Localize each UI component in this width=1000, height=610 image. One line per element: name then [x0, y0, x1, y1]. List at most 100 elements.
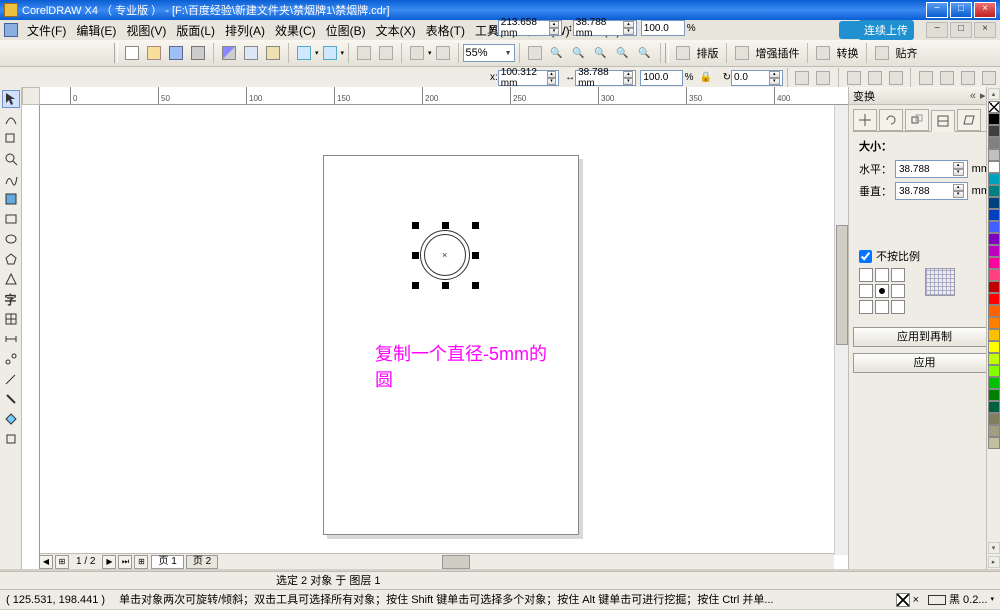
snap-button[interactable] [525, 43, 545, 63]
menu-view[interactable]: 视图(V) [121, 22, 171, 39]
dimension-tool[interactable] [2, 330, 20, 348]
maximize-button[interactable]: □ [950, 2, 972, 18]
color-swatch[interactable] [988, 281, 1000, 293]
menu-text[interactable]: 文本(X) [371, 22, 421, 39]
color-swatch[interactable] [988, 209, 1000, 221]
docker-collapse-icon[interactable]: « [970, 90, 976, 102]
color-swatch[interactable] [988, 233, 1000, 245]
handle-w[interactable] [412, 252, 419, 259]
menu-file[interactable]: 文件(F) [22, 22, 71, 39]
polygon-tool[interactable] [2, 250, 20, 268]
color-swatch[interactable] [988, 413, 1000, 425]
color-swatch[interactable] [988, 197, 1000, 209]
palette-flyout-button[interactable]: ▸ [988, 556, 1000, 568]
color-swatch[interactable] [988, 185, 1000, 197]
v-scrollbar[interactable] [834, 105, 848, 555]
mirror-v-button[interactable] [814, 68, 833, 88]
handle-sw[interactable] [412, 282, 419, 289]
docker-menu-icon[interactable]: ▸ [980, 90, 986, 102]
group-button[interactable] [938, 68, 957, 88]
doc-restore-button[interactable]: □ [950, 22, 972, 38]
rectangle-tool[interactable] [2, 210, 20, 228]
interactive-fill-tool[interactable] [2, 430, 20, 448]
ungroup-button[interactable] [959, 68, 978, 88]
combine-button[interactable] [916, 68, 935, 88]
prop-btn-a[interactable] [844, 68, 863, 88]
ruler-origin[interactable] [22, 87, 40, 105]
new-button[interactable] [122, 43, 142, 63]
text-tool[interactable]: 字 [2, 290, 20, 308]
width-input[interactable]: 38.788 mm▴▾ [575, 70, 636, 86]
handle-s[interactable] [442, 282, 449, 289]
layout-1-button[interactable] [673, 43, 693, 63]
transform-rotate-tab[interactable] [879, 109, 903, 131]
color-swatch[interactable] [988, 257, 1000, 269]
add-page-after-button[interactable]: ⊞ [134, 555, 148, 569]
color-swatch[interactable] [988, 173, 1000, 185]
upload-button[interactable]: 连续上传 [858, 20, 914, 40]
color-swatch[interactable] [988, 113, 1000, 125]
menu-layout[interactable]: 版面(L) [171, 22, 220, 39]
add-page-before-button[interactable]: ⊞ [55, 555, 69, 569]
color-swatch[interactable] [988, 269, 1000, 281]
doc-minimize-button[interactable]: − [926, 22, 948, 38]
vertical-ruler[interactable] [22, 105, 40, 569]
menu-edit[interactable]: 编辑(E) [71, 22, 121, 39]
color-swatch[interactable] [988, 425, 1000, 437]
color-swatch[interactable] [988, 137, 1000, 149]
fill-tool[interactable] [2, 410, 20, 428]
color-swatch[interactable] [988, 221, 1000, 233]
color-swatch[interactable] [988, 305, 1000, 317]
copy-button[interactable] [241, 43, 261, 63]
color-swatch[interactable] [988, 353, 1000, 365]
ungroup-all-button[interactable] [980, 68, 999, 88]
h-scroll-thumb[interactable] [442, 555, 470, 569]
doc-close-button[interactable]: × [974, 22, 996, 38]
fill-indicator[interactable] [896, 593, 910, 607]
eyedropper-tool[interactable] [2, 370, 20, 388]
app-launcher-button[interactable] [407, 43, 427, 63]
selection-center-icon[interactable]: × [442, 250, 447, 260]
color-swatch[interactable] [988, 101, 1000, 113]
align-1-button[interactable] [872, 43, 892, 63]
pos-y-input[interactable]: 213.658 mm▴▾ [498, 20, 562, 36]
smart-fill-tool[interactable] [2, 190, 20, 208]
rotation-input[interactable]: 0.0▴▾ [731, 70, 783, 86]
zoom-in-button[interactable]: 🔍 [547, 43, 567, 63]
menu-effects[interactable]: 效果(C) [270, 22, 321, 39]
palette-down-button[interactable]: ▾ [988, 542, 1000, 554]
vertical-input[interactable]: 38.788▴▾ [895, 182, 968, 200]
pick-tool[interactable] [2, 90, 20, 108]
zoom-selection-button[interactable]: 🔍 [635, 43, 655, 63]
zoom-level-combo[interactable]: 55%▼ [463, 44, 515, 62]
horizontal-input[interactable]: 38.788▴▾ [895, 160, 968, 178]
handle-se[interactable] [472, 282, 479, 289]
basic-shapes-tool[interactable] [2, 270, 20, 288]
scale-y-input[interactable]: 100.0 [641, 20, 685, 36]
prop-btn-b[interactable] [865, 68, 884, 88]
handle-ne[interactable] [472, 222, 479, 229]
mirror-h-button[interactable] [793, 68, 812, 88]
ellipse-tool[interactable] [2, 230, 20, 248]
color-swatch[interactable] [988, 437, 1000, 449]
shape-tool[interactable] [2, 110, 20, 128]
close-button[interactable]: × [974, 2, 996, 18]
import-button[interactable] [354, 43, 374, 63]
freehand-tool[interactable] [2, 170, 20, 188]
paste-button[interactable] [263, 43, 283, 63]
zoom-out-button[interactable]: 🔍 [569, 43, 589, 63]
color-swatch[interactable] [988, 341, 1000, 353]
outline-indicator[interactable] [928, 595, 946, 605]
export-button[interactable] [376, 43, 396, 63]
zoom-fit-button[interactable]: 🔍 [591, 43, 611, 63]
horizontal-ruler[interactable]: 050100150200250300350400450 [40, 87, 848, 105]
scale-x-input[interactable]: 100.0 [640, 70, 682, 86]
color-swatch[interactable] [988, 245, 1000, 257]
transform-size-tab[interactable] [931, 110, 955, 132]
transform-skew-tab[interactable] [957, 109, 981, 131]
open-button[interactable] [144, 43, 164, 63]
save-button[interactable] [166, 43, 186, 63]
redo-button[interactable] [320, 43, 340, 63]
prop-btn-c[interactable] [886, 68, 905, 88]
transform-position-tab[interactable] [853, 109, 877, 131]
